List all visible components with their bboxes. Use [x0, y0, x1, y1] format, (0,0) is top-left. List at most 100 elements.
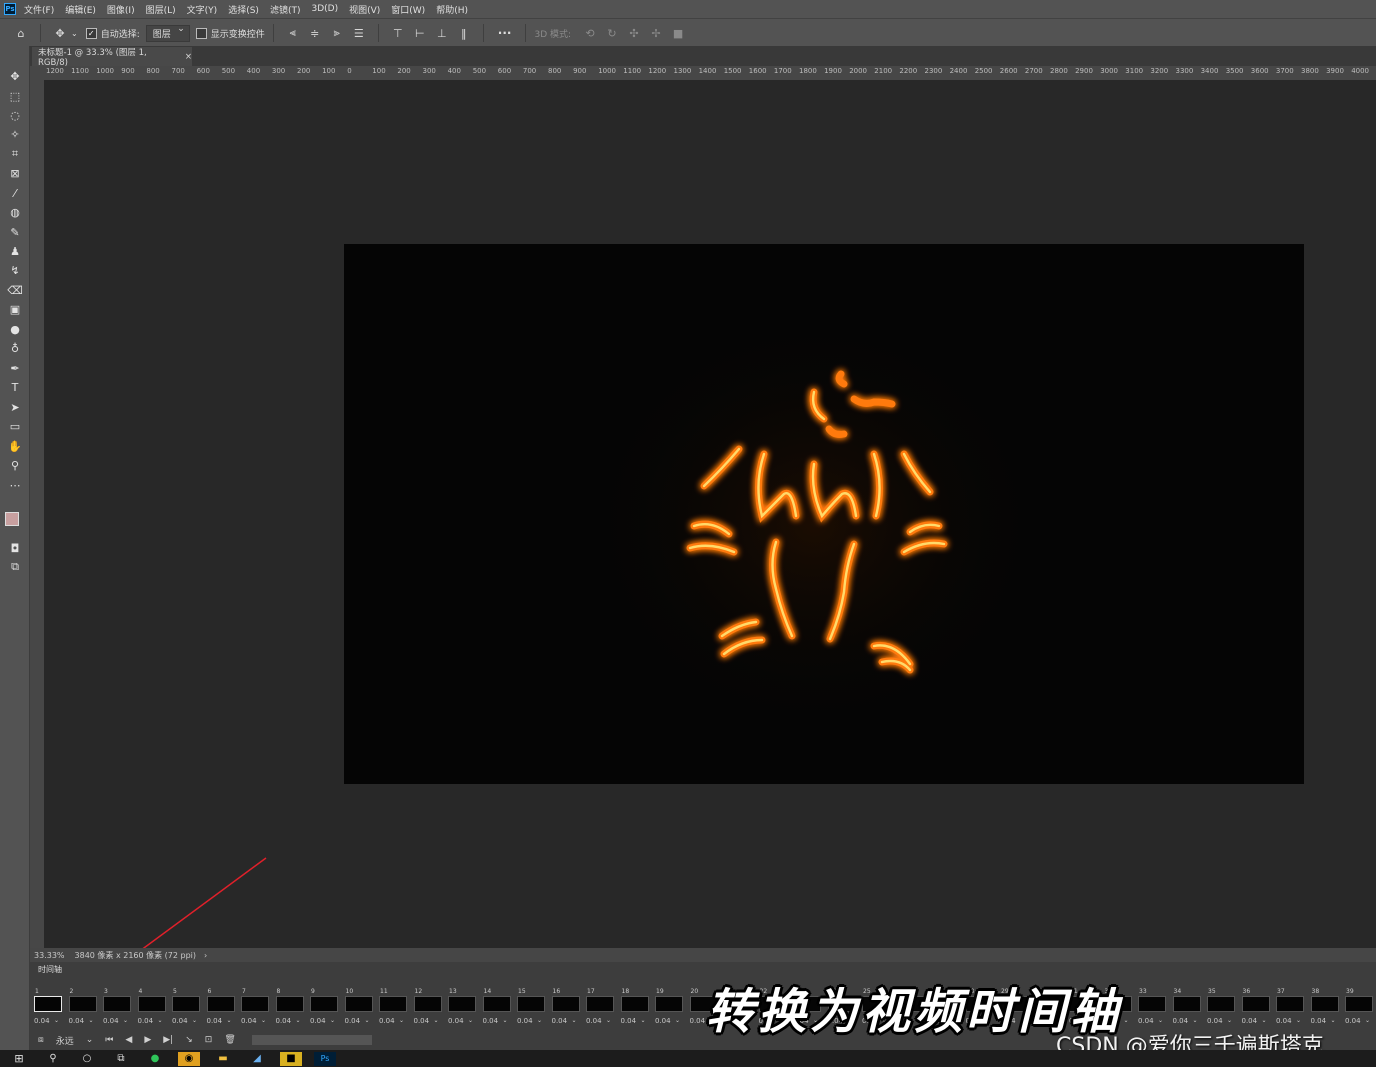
- blur-tool-icon[interactable]: ●: [6, 321, 24, 337]
- rectangle-tool-icon[interactable]: ▭: [6, 418, 24, 434]
- timeline-frame[interactable]: 16 0.04 ⌄: [550, 986, 580, 1028]
- history-brush-icon[interactable]: ↯: [6, 262, 24, 278]
- timeline-frame[interactable]: 11 0.04 ⌄: [377, 986, 407, 1028]
- timeline-frame[interactable]: 15 0.04 ⌄: [515, 986, 545, 1028]
- frame-tool-icon[interactable]: ⊠: [6, 165, 24, 181]
- zoom-level[interactable]: 33.33%: [34, 951, 65, 960]
- drag-3d-icon[interactable]: ✣: [627, 26, 641, 40]
- timeline-frame[interactable]: 14 0.04 ⌄: [481, 986, 511, 1028]
- gradient-tool-icon[interactable]: ▣: [6, 301, 24, 317]
- previous-frame-icon[interactable]: ◀: [125, 1035, 132, 1045]
- magic-wand-icon[interactable]: ✧: [6, 126, 24, 142]
- timeline-frame[interactable]: 17 0.04 ⌄: [584, 986, 614, 1028]
- frame-duration[interactable]: 0.04: [414, 1017, 430, 1025]
- chevron-down-icon[interactable]: ⌄: [1262, 1017, 1267, 1024]
- chevron-down-icon[interactable]: ⌄: [503, 1017, 508, 1024]
- timeline-frame[interactable]: 7 0.04 ⌄: [239, 986, 269, 1028]
- convert-to-video-timeline-icon[interactable]: ⧈: [38, 1035, 44, 1045]
- windows-start-icon[interactable]: ⊞: [8, 1052, 30, 1066]
- zoom-tool-icon[interactable]: ⚲: [6, 457, 24, 473]
- document-tab[interactable]: 未标题-1 @ 33.3% (图层 1, RGB/8) ×: [32, 47, 192, 68]
- frame-duration[interactable]: 0.04: [517, 1017, 533, 1025]
- lasso-tool-icon[interactable]: ◌: [6, 107, 24, 123]
- hand-tool-icon[interactable]: ✋: [6, 438, 24, 454]
- chevron-down-icon[interactable]: ⌄: [89, 1017, 94, 1024]
- frame-duration[interactable]: 0.04: [34, 1017, 50, 1025]
- frame-duration[interactable]: 0.04: [310, 1017, 326, 1025]
- chevron-down-icon[interactable]: ⌄: [71, 29, 78, 38]
- pen-tool-icon[interactable]: ✒: [6, 360, 24, 376]
- eraser-icon[interactable]: ⌫: [6, 282, 24, 298]
- healing-brush-icon[interactable]: ◍: [6, 204, 24, 220]
- frame-duration[interactable]: 0.04: [276, 1017, 292, 1025]
- frame-duration[interactable]: 0.04: [655, 1017, 671, 1025]
- frame-duration[interactable]: 0.04: [241, 1017, 257, 1025]
- frame-duration[interactable]: 0.04: [483, 1017, 499, 1025]
- chevron-down-icon[interactable]: ⌄: [399, 1017, 404, 1024]
- tween-icon[interactable]: ↘: [185, 1035, 193, 1045]
- eyedropper-icon[interactable]: ⁄: [6, 185, 24, 201]
- next-frame-icon[interactable]: ▶|: [163, 1035, 173, 1045]
- chevron-down-icon[interactable]: ⌄: [1227, 1017, 1232, 1024]
- close-tab-icon[interactable]: ×: [185, 52, 192, 62]
- path-select-icon[interactable]: ➤: [6, 399, 24, 415]
- folder-icon[interactable]: ▬: [212, 1052, 234, 1066]
- auto-select-dropdown[interactable]: 图层: [145, 24, 190, 42]
- wechat-icon[interactable]: ●: [144, 1052, 166, 1066]
- timeline-frame[interactable]: 37 0.04 ⌄: [1274, 986, 1304, 1028]
- marquee-tool-icon[interactable]: ⬚: [6, 88, 24, 104]
- chevron-down-icon[interactable]: ⌄: [123, 1017, 128, 1024]
- timeline-scrollbar[interactable]: [251, 1035, 372, 1045]
- brush-tool-icon[interactable]: ✎: [6, 224, 24, 240]
- stamp-tool-icon[interactable]: ♟: [6, 243, 24, 259]
- timeline-frame[interactable]: 34 0.04 ⌄: [1171, 986, 1201, 1028]
- timeline-frame[interactable]: 6 0.04 ⌄: [205, 986, 235, 1028]
- chevron-down-icon[interactable]: ⌄: [54, 1017, 59, 1024]
- timeline-frame[interactable]: 1 0.04 ⌄: [32, 986, 62, 1028]
- frame-duration[interactable]: 0.04: [621, 1017, 637, 1025]
- menu-view[interactable]: 视图(V): [349, 3, 380, 16]
- align-right-icon[interactable]: ⫸: [330, 26, 344, 40]
- cortana-icon[interactable]: ○: [76, 1052, 98, 1066]
- duplicate-frame-icon[interactable]: ⊡: [205, 1035, 213, 1045]
- chevron-down-icon[interactable]: ⌄: [1124, 1017, 1129, 1024]
- frame-duration[interactable]: 0.04: [1242, 1017, 1258, 1025]
- frame-duration[interactable]: 0.04: [379, 1017, 395, 1025]
- timeline-frame[interactable]: 13 0.04 ⌄: [446, 986, 476, 1028]
- frame-duration[interactable]: 0.04: [1276, 1017, 1292, 1025]
- menu-filter[interactable]: 滤镜(T): [270, 3, 301, 16]
- menu-file[interactable]: 文件(F): [24, 3, 54, 16]
- timeline-frame[interactable]: 35 0.04 ⌄: [1205, 986, 1235, 1028]
- timeline-frame[interactable]: 19 0.04 ⌄: [653, 986, 683, 1028]
- chevron-down-icon[interactable]: ⌄: [1193, 1017, 1198, 1024]
- chevron-down-icon[interactable]: ⌄: [192, 1017, 197, 1024]
- chevron-down-icon[interactable]: ⌄: [572, 1017, 577, 1024]
- chevron-down-icon[interactable]: ⌄: [434, 1017, 439, 1024]
- chevron-down-icon[interactable]: ⌄: [1331, 1017, 1336, 1024]
- timeline-frame[interactable]: 10 0.04 ⌄: [343, 986, 373, 1028]
- chevron-down-icon[interactable]: ⌄: [675, 1017, 680, 1024]
- browser-icon[interactable]: ◉: [178, 1051, 200, 1066]
- align-left-icon[interactable]: ⫷: [286, 26, 300, 40]
- distribute-vertical-icon[interactable]: ‖: [457, 26, 471, 40]
- play-icon[interactable]: ▶: [144, 1035, 151, 1045]
- chevron-down-icon[interactable]: ⌄: [261, 1017, 266, 1024]
- move-tool-icon[interactable]: ✥: [6, 68, 24, 84]
- timeline-frame[interactable]: 39 0.04 ⌄: [1343, 986, 1373, 1028]
- roll-3d-icon[interactable]: ↻: [605, 26, 619, 40]
- type-tool-icon[interactable]: T: [6, 379, 24, 395]
- timeline-frame[interactable]: 8 0.04 ⌄: [274, 986, 304, 1028]
- chevron-down-icon[interactable]: ⌄: [606, 1017, 611, 1024]
- align-center-icon[interactable]: ≑: [308, 26, 322, 40]
- frame-duration[interactable]: 0.04: [448, 1017, 464, 1025]
- status-arrow-icon[interactable]: ›: [204, 951, 207, 960]
- timeline-frame[interactable]: 2 0.04 ⌄: [67, 986, 97, 1028]
- timeline-frame[interactable]: 18 0.04 ⌄: [619, 986, 649, 1028]
- frame-duration[interactable]: 0.04: [1345, 1017, 1361, 1025]
- search-icon[interactable]: ⚲: [42, 1052, 64, 1066]
- frame-duration[interactable]: 0.04: [345, 1017, 361, 1025]
- auto-select-checkbox[interactable]: ✓: [85, 27, 97, 39]
- screen-mode-icon[interactable]: ⧉: [6, 559, 24, 575]
- chevron-down-icon[interactable]: ⌄: [537, 1017, 542, 1024]
- more-tools-icon[interactable]: ⋯: [6, 477, 24, 493]
